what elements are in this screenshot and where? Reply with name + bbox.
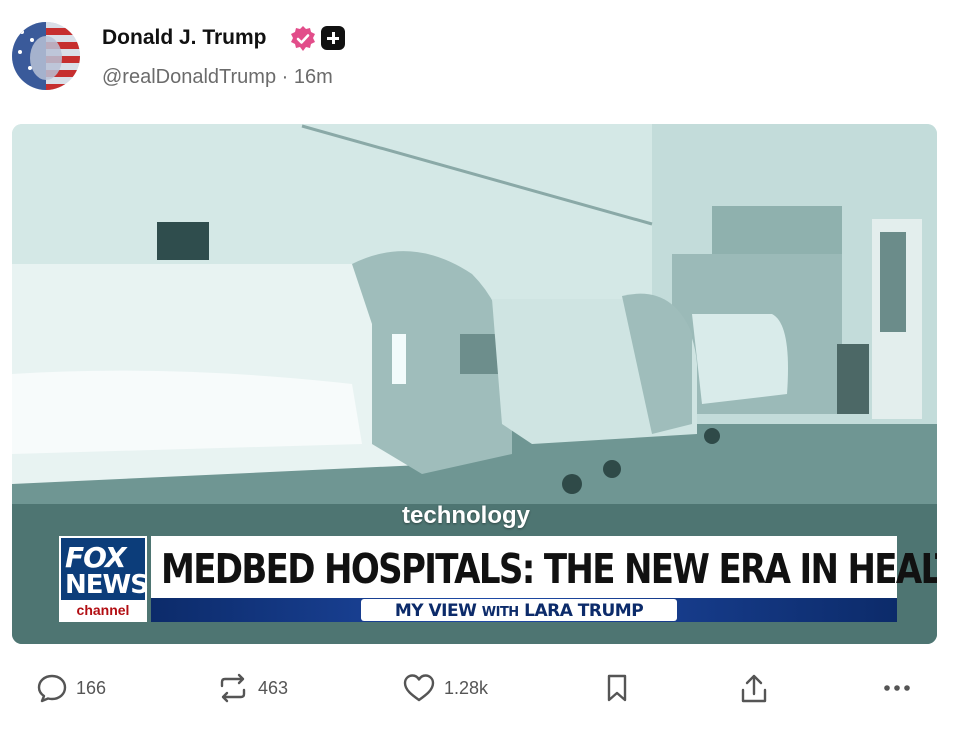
fox-news-logo: FOX NEWS channel: [59, 536, 149, 622]
verified-badge-icon: [291, 26, 315, 51]
more-options-button[interactable]: [880, 672, 914, 704]
show-title: MY VIEW WITH LARA TRUMP: [361, 601, 677, 621]
bookmark-icon: [607, 674, 627, 702]
share-button[interactable]: [738, 672, 770, 706]
follow-plus-icon[interactable]: [321, 26, 345, 50]
post-actions-bar: 166 463 1.28k: [0, 672, 960, 722]
author-name[interactable]: Donald J. Trump: [102, 26, 267, 50]
repost-icon: [220, 673, 246, 703]
share-icon: [741, 674, 767, 703]
more-icon: [884, 685, 910, 691]
show-name: MY VIEW: [394, 601, 477, 621]
logo-line-2: NEWS: [65, 570, 149, 600]
repost-button[interactable]: 463: [216, 672, 288, 704]
like-count: 1.28k: [444, 677, 489, 698]
bookmark-button[interactable]: [604, 672, 630, 704]
show-title-pill: MY VIEW WITH LARA TRUMP: [361, 599, 677, 621]
comment-icon: [37, 674, 67, 703]
heart-icon: [403, 674, 435, 702]
repost-count: 463: [258, 677, 289, 698]
reply-button[interactable]: 166: [36, 672, 106, 704]
video-media[interactable]: technology FOX NEWS channel MEDBED HOSPI…: [12, 124, 937, 644]
chyron-show-bar: MY VIEW WITH LARA TRUMP: [151, 598, 897, 622]
chyron-headline: MEDBED HOSPITALS: THE NEW ERA IN HEALTHC…: [161, 545, 937, 593]
show-host: LARA TRUMP: [524, 601, 644, 621]
chyron-headline-bar: MEDBED HOSPITALS: THE NEW ERA IN HEALTHC…: [151, 536, 937, 598]
reply-count: 166: [76, 677, 107, 698]
handle-and-time[interactable]: @realDonaldTrump · 16m: [102, 66, 333, 89]
logo-line-3: channel: [61, 600, 145, 620]
show-with: WITH: [481, 605, 519, 620]
like-button[interactable]: 1.28k: [402, 672, 488, 704]
avatar[interactable]: [12, 22, 80, 90]
overlay-label: technology: [402, 502, 531, 529]
